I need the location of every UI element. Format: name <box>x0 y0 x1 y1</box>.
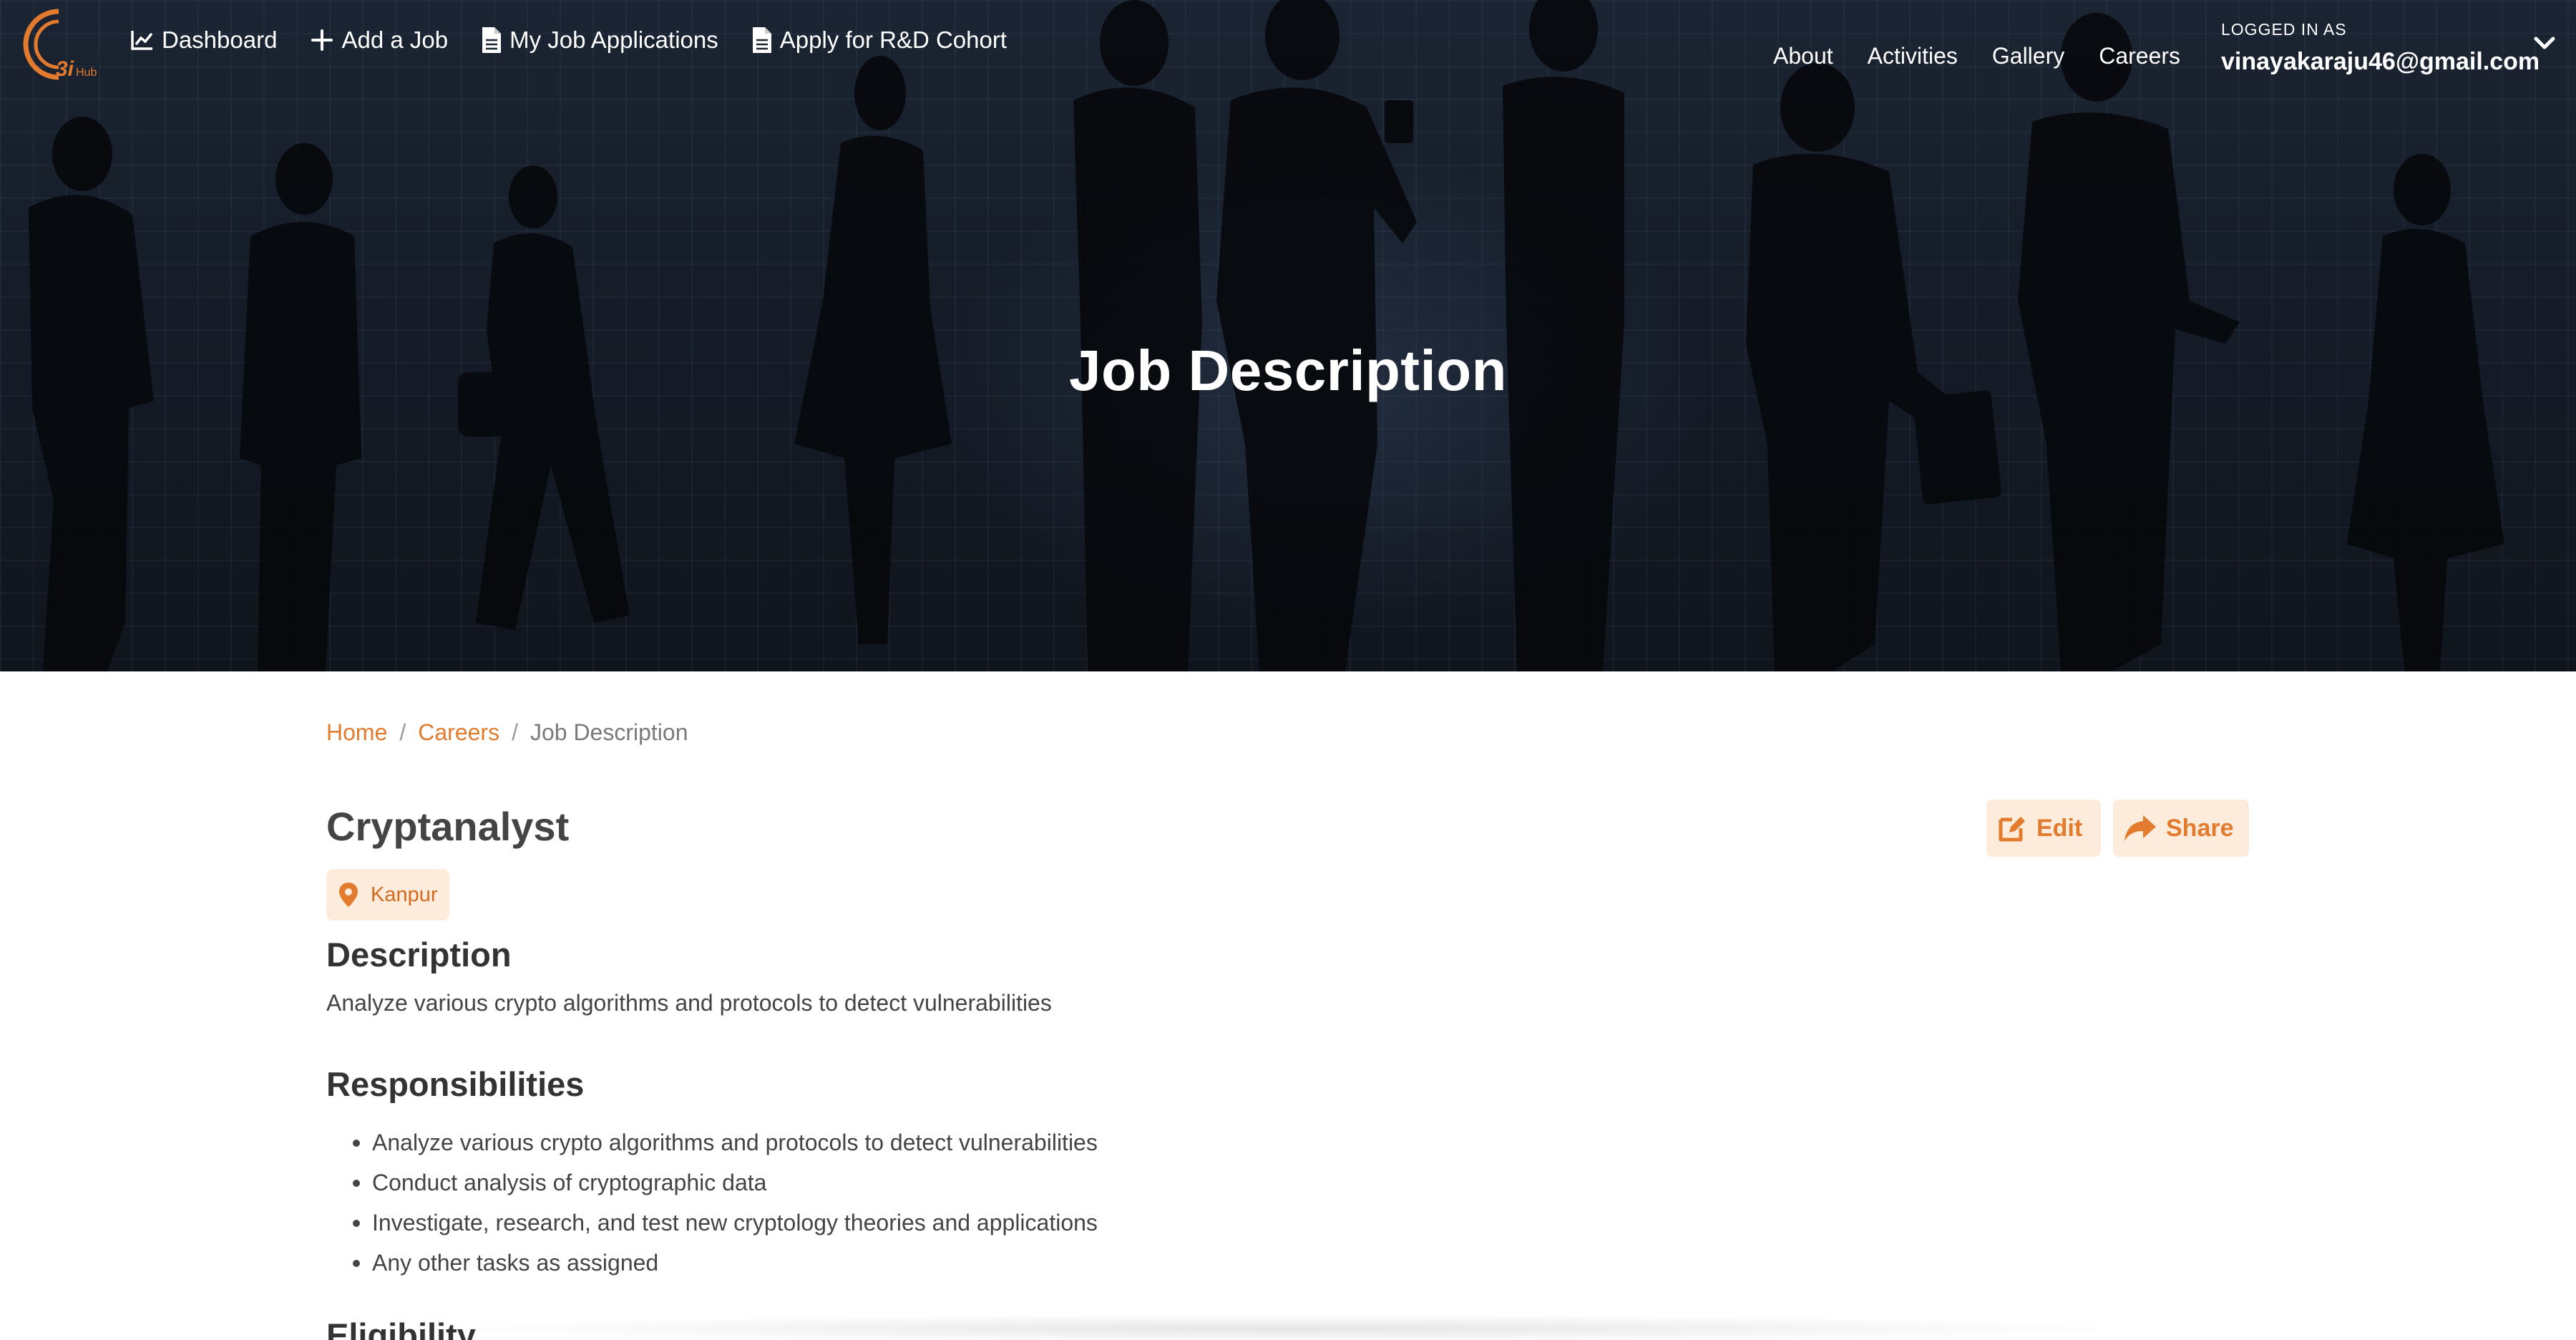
nav-right-menu: About Activities Gallery Careers <box>1773 43 2215 69</box>
nav-add-job-label: Add a Job <box>341 26 449 53</box>
hero-title: Job Description <box>1068 339 1508 402</box>
people-silhouettes-image <box>0 0 2576 671</box>
description-text: Analyze various crypto algorithms and pr… <box>326 990 1052 1016</box>
nav-gallery[interactable]: Gallery <box>1992 43 2064 69</box>
edit-icon <box>1999 817 2025 842</box>
chart-line-icon <box>131 31 153 50</box>
hero-banner: Job Description <box>0 0 2576 671</box>
top-navbar: 3i Hub Dashboard Add a Job My Job Applic… <box>0 0 2576 93</box>
logo-subtext: Hub <box>76 67 97 79</box>
scroll-shadow <box>429 1314 2147 1340</box>
job-title: Cryptanalyst <box>326 804 570 849</box>
list-item: Any other tasks as assigned <box>326 1248 1098 1288</box>
user-email: vinayakaraju46@gmail.com <box>2221 48 2540 75</box>
nav-careers[interactable]: Careers <box>2099 43 2180 69</box>
nav-dashboard-label: Dashboard <box>162 26 278 53</box>
map-pin-icon <box>339 883 358 907</box>
breadcrumb-separator: / <box>399 719 406 745</box>
list-item: Analyze various crypto algorithms and pr… <box>326 1128 1098 1168</box>
logo-text: 3i <box>56 57 74 81</box>
nav-my-applications[interactable]: My Job Applications <box>481 26 718 54</box>
nav-apply-cohort-label: Apply for R&D Cohort <box>779 26 1008 53</box>
location-badge: Kanpur <box>326 869 449 921</box>
breadcrumb-home[interactable]: Home <box>326 719 387 746</box>
logo-icon: 3i Hub <box>23 9 97 81</box>
responsibilities-list: Analyze various crypto algorithms and pr… <box>326 1128 1098 1288</box>
edit-button[interactable]: Edit <box>1986 800 2101 857</box>
nav-activities[interactable]: Activities <box>1868 43 1958 69</box>
breadcrumb-careers[interactable]: Careers <box>418 719 499 746</box>
breadcrumb: Home / Careers / Job Description <box>326 719 688 746</box>
edit-button-label: Edit <box>2036 814 2083 842</box>
location-label: Kanpur <box>371 883 438 906</box>
description-heading: Description <box>326 936 512 974</box>
breadcrumb-current: Job Description <box>530 719 688 745</box>
plus-icon <box>311 29 333 51</box>
nav-my-applications-label: My Job Applications <box>509 26 718 53</box>
share-icon <box>2124 815 2156 841</box>
nav-add-job[interactable]: Add a Job <box>310 26 448 54</box>
list-item: Investigate, research, and test new cryp… <box>326 1208 1098 1248</box>
user-menu[interactable]: LOGGED IN AS vinayakaraju46@gmail.com <box>2221 20 2540 76</box>
chevron-down-icon[interactable] <box>2533 36 2556 52</box>
responsibilities-heading: Responsibilities <box>326 1065 585 1103</box>
file-icon <box>482 27 502 53</box>
nav-apply-cohort[interactable]: Apply for R&D Cohort <box>751 26 1007 54</box>
nav-left-menu: Dashboard Add a Job My Job Applications … <box>130 26 1040 54</box>
site-logo[interactable]: 3i Hub <box>14 7 104 82</box>
file-icon <box>752 27 771 53</box>
share-button-label: Share <box>2166 814 2234 842</box>
share-button[interactable]: Share <box>2113 800 2249 857</box>
breadcrumb-separator: / <box>512 719 518 745</box>
nav-dashboard[interactable]: Dashboard <box>130 26 277 54</box>
logged-in-label: LOGGED IN AS <box>2221 20 2347 39</box>
nav-about[interactable]: About <box>1773 43 1833 69</box>
list-item: Conduct analysis of cryptographic data <box>326 1168 1098 1208</box>
